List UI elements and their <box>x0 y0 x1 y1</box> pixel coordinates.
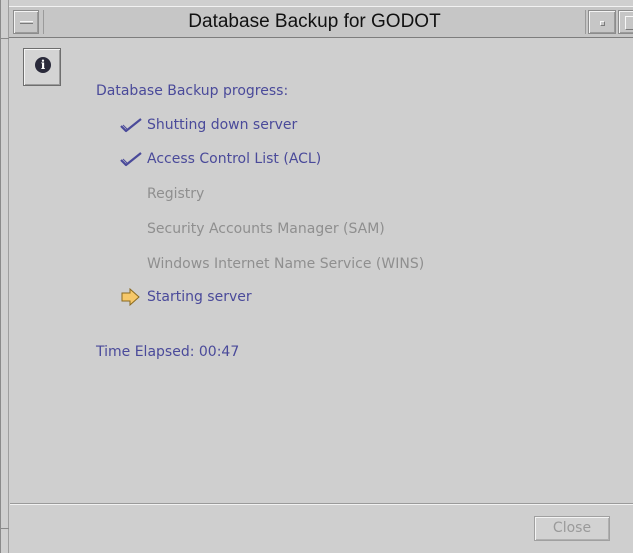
step-label: Windows Internet Name Service (WINS) <box>147 256 425 272</box>
step-mark-empty <box>119 220 147 238</box>
step-mark-empty <box>119 255 147 273</box>
step-label: Access Control List (ACL) <box>147 151 322 167</box>
minimize-button[interactable] <box>588 10 616 34</box>
window-title: Database Backup for GODOT <box>188 11 441 32</box>
step-label: Starting server <box>147 289 252 305</box>
step-item-sam: Security Accounts Manager (SAM) <box>119 220 385 240</box>
checkmark-icon <box>119 116 147 134</box>
step-item-wins: Windows Internet Name Service (WINS) <box>119 255 424 275</box>
step-item-registry: Registry <box>119 185 204 205</box>
footer-separator <box>10 503 633 505</box>
title-area[interactable]: Database Backup for GODOT <box>43 10 586 34</box>
checkmark-icon <box>119 150 147 168</box>
maximize-button[interactable] <box>618 10 633 34</box>
arrow-right-icon <box>119 287 147 307</box>
step-label: Registry <box>147 186 205 202</box>
frame-notch-top <box>1 38 9 39</box>
step-label: Security Accounts Manager (SAM) <box>147 221 385 237</box>
frame-notch-bottom <box>1 528 9 529</box>
step-mark-empty <box>119 185 147 203</box>
maximize-icon <box>625 16 633 30</box>
window-left-frame[interactable] <box>1 0 9 553</box>
step-item-access-control-list: Access Control List (ACL) <box>119 150 321 170</box>
time-elapsed-value: 00:47 <box>198 344 240 360</box>
info-button[interactable]: i <box>23 48 61 86</box>
progress-heading: Database Backup progress: <box>96 83 289 99</box>
step-item-starting-server: Starting server <box>119 287 252 308</box>
backup-dialog-window: Database Backup for GODOT i Database Bac… <box>0 0 633 553</box>
title-bar[interactable]: Database Backup for GODOT <box>9 6 633 38</box>
info-icon: i <box>35 57 51 73</box>
step-item-shutting-down-server: Shutting down server <box>119 116 297 136</box>
time-elapsed: Time Elapsed: 00:47 <box>96 344 239 360</box>
window-menu-icon <box>20 21 33 24</box>
window-menu-button[interactable] <box>13 10 39 34</box>
close-button[interactable]: Close <box>534 516 610 541</box>
minimize-icon <box>600 21 605 26</box>
step-label: Shutting down server <box>147 117 298 133</box>
time-elapsed-label: Time Elapsed: <box>96 344 195 360</box>
